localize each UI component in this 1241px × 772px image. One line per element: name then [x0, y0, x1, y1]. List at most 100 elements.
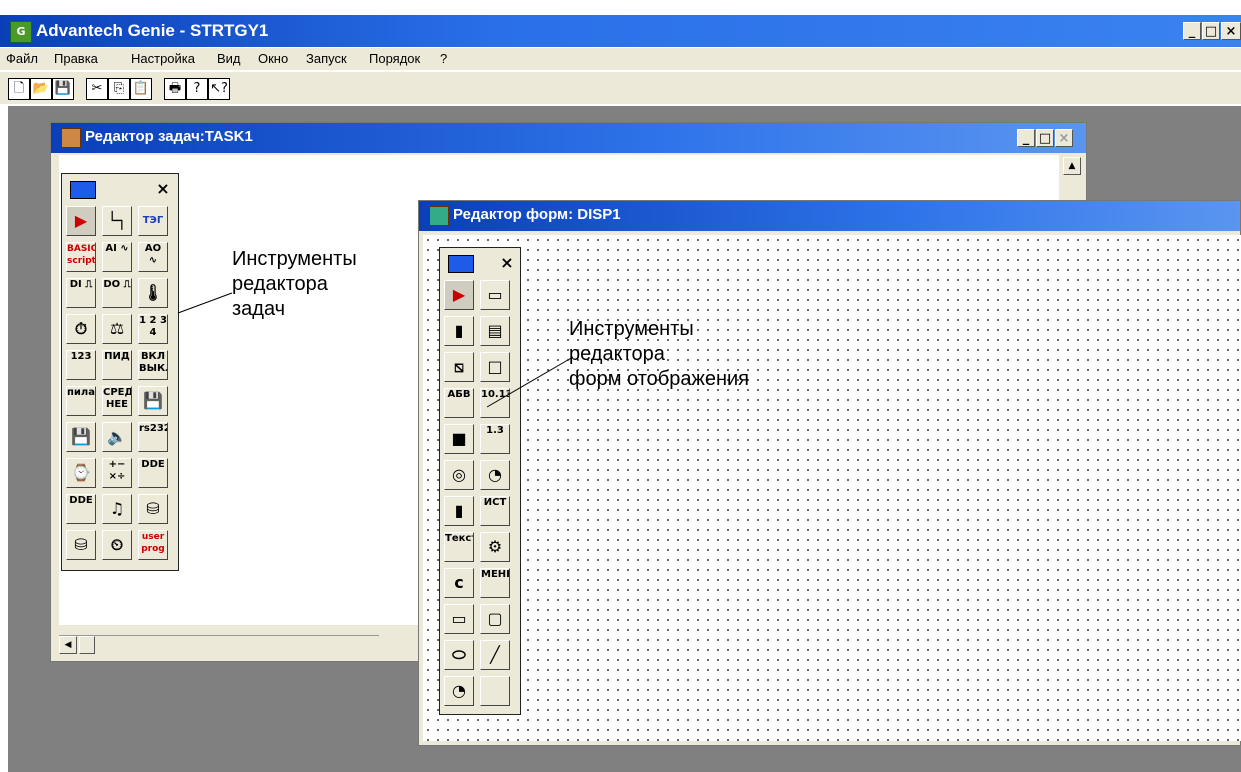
task-tool-r6c3[interactable]: 💾 — [138, 386, 168, 416]
menu-edit[interactable]: Правка — [54, 51, 98, 66]
form-tool-r7c2[interactable]: ИСТ — [480, 496, 510, 526]
form-palette-close-icon[interactable]: × — [496, 253, 518, 273]
close-button[interactable]: × — [1221, 22, 1241, 40]
task-annot-line-3: задач — [232, 298, 286, 320]
task-tool-r2c1[interactable]: BASIC script — [66, 242, 96, 272]
form-tool-r7c1[interactable]: ▮ — [444, 496, 474, 526]
task-tool-r4c3[interactable]: 1 2 3 4 — [138, 314, 168, 344]
menu-window[interactable]: Окно — [258, 51, 288, 66]
form-tool-r11c1[interactable]: ⬭ — [444, 640, 474, 670]
task-tool-r1c1[interactable]: ▶ — [66, 206, 96, 236]
task-tool-r10c3[interactable]: user prog — [138, 530, 168, 560]
menu-run[interactable]: Запуск — [306, 51, 347, 66]
form-tools-palette: × ▶▭▮▤⧅□АБВ10.13■1.3◎◔▮ИСТТекст⚙cМЕНЮ▭▢⬭… — [439, 247, 521, 715]
form-tool-r2c1[interactable]: ▮ — [444, 316, 474, 346]
task-tool-r6c1[interactable]: пила — [66, 386, 96, 416]
menu-view[interactable]: Вид — [217, 51, 241, 66]
task-palette-close-icon[interactable]: × — [152, 179, 174, 199]
form-annot-line-3: форм отображения — [569, 368, 749, 390]
window-title: Advantech Genie - STRTGY1 — [36, 21, 269, 40]
form-editor-title-bar[interactable]: Редактор форм: DISP1 — [419, 201, 1240, 231]
task-tool-r8c3[interactable]: DDE — [138, 458, 168, 488]
task-tool-r2c3[interactable]: AO ∿ — [138, 242, 168, 272]
task-maximize-button[interactable]: □ — [1036, 129, 1054, 147]
task-tool-r5c2[interactable]: ПИД — [102, 350, 132, 380]
task-tool-r5c1[interactable]: 123 — [66, 350, 96, 380]
copy-icon[interactable]: ⎘ — [108, 78, 130, 100]
task-tool-r6c2[interactable]: СРЕД НЕЕ — [102, 386, 132, 416]
task-tool-r9c1[interactable]: DDE — [66, 494, 96, 524]
scroll-left-icon[interactable]: ◀ — [59, 636, 77, 654]
menu-bar: Файл Правка Настройка Вид Окно Запуск По… — [0, 48, 1241, 70]
form-tool-r9c1[interactable]: c — [444, 568, 474, 598]
cut-icon[interactable]: ✂ — [86, 78, 108, 100]
palette-menu-icon[interactable] — [70, 181, 96, 199]
task-annot-line-2: редактора — [232, 273, 328, 295]
main-title-bar[interactable]: G Advantech Genie - STRTGY1 _ □ × — [0, 15, 1241, 47]
menu-file[interactable]: Файл — [6, 51, 38, 66]
toolbar: 🗋 📂 💾 ✂ ⎘ 📋 🖶 ? ↖? — [0, 72, 1241, 104]
form-canvas[interactable] — [423, 235, 1241, 741]
form-tool-r5c1[interactable]: ■ — [444, 424, 474, 454]
task-editor-title-bar[interactable]: Редактор задач:TASK1 _ □ × — [51, 123, 1086, 153]
task-tool-r2c2[interactable]: AI ∿ — [102, 242, 132, 272]
task-tool-r5c3[interactable]: ВКЛ ВЫКЛ — [138, 350, 168, 380]
form-tool-r12c1[interactable]: ◔ — [444, 676, 474, 706]
task-editor-icon — [61, 128, 81, 148]
menu-help[interactable]: ? — [440, 51, 447, 66]
form-tool-r5c2[interactable]: 1.3 — [480, 424, 510, 454]
task-tool-r4c1[interactable]: ⏱ — [66, 314, 96, 344]
task-annot-leader — [177, 292, 233, 314]
form-tool-r10c2[interactable]: ▢ — [480, 604, 510, 634]
form-tool-r8c2[interactable]: ⚙ — [480, 532, 510, 562]
form-tool-r2c2[interactable]: ▤ — [480, 316, 510, 346]
task-tool-r7c3[interactable]: rs232 — [138, 422, 168, 452]
scroll-up-icon[interactable]: ▲ — [1063, 157, 1081, 175]
task-tool-r3c1[interactable]: DI ⎍ — [66, 278, 96, 308]
menu-settings[interactable]: Настройка — [131, 51, 195, 66]
task-tool-r1c2[interactable]: └┐ — [102, 206, 132, 236]
form-tool-r1c1[interactable]: ▶ — [444, 280, 474, 310]
task-tool-r7c2[interactable]: 🔈 — [102, 422, 132, 452]
paste-icon[interactable]: 📋 — [130, 78, 152, 100]
form-tool-r6c2[interactable]: ◔ — [480, 460, 510, 490]
form-tool-r8c1[interactable]: Текст — [444, 532, 474, 562]
task-minimize-button[interactable]: _ — [1017, 129, 1035, 147]
form-tool-r6c1[interactable]: ◎ — [444, 460, 474, 490]
task-close-button[interactable]: × — [1055, 129, 1073, 147]
task-tool-r3c3[interactable]: 🌡 — [138, 278, 168, 308]
help-icon[interactable]: ? — [186, 78, 208, 100]
form-tool-r9c2[interactable]: МЕНЮ — [480, 568, 510, 598]
task-tool-r10c2[interactable]: ⏲ — [102, 530, 132, 560]
task-tool-r8c1[interactable]: ⌚ — [66, 458, 96, 488]
task-horizontal-scrollbar[interactable]: ◀ — [59, 635, 379, 654]
task-tool-r1c3[interactable]: ТЭГ — [138, 206, 168, 236]
task-palette-header: × — [62, 174, 178, 204]
maximize-button[interactable]: □ — [1202, 22, 1220, 40]
form-tool-r1c2[interactable]: ▭ — [480, 280, 510, 310]
task-tool-r9c3[interactable]: ⛁ — [138, 494, 168, 524]
new-icon[interactable]: 🗋 — [8, 78, 30, 100]
context-help-icon[interactable]: ↖? — [208, 78, 230, 100]
form-tool-r10c1[interactable]: ▭ — [444, 604, 474, 634]
form-editor-window[interactable]: Редактор форм: DISP1 × ▶ ▭ ▮ ▤ ⧅ □ АБВ 10.13 ■ 1.… — [418, 200, 1241, 746]
form-tool-r3c1[interactable]: ⧅ — [444, 352, 474, 382]
task-tool-r10c1[interactable]: ⛁ — [66, 530, 96, 560]
print-icon[interactable]: 🖶 — [164, 78, 186, 100]
form-annot-line-1: Инструменты — [569, 318, 694, 340]
task-tools-annotation: Инструменты редактора задач — [232, 247, 357, 322]
open-icon[interactable]: 📂 — [30, 78, 52, 100]
task-tool-r3c2[interactable]: DO ⎍ — [102, 278, 132, 308]
form-palette-menu-icon[interactable] — [448, 255, 474, 273]
menu-order[interactable]: Порядок — [369, 51, 420, 66]
scroll-thumb[interactable] — [79, 636, 95, 654]
task-tool-r4c2[interactable]: ⚖ — [102, 314, 132, 344]
form-editor-icon — [429, 206, 449, 226]
minimize-button[interactable]: _ — [1183, 22, 1201, 40]
form-tool-r11c2[interactable]: ╱ — [480, 640, 510, 670]
save-icon[interactable]: 💾 — [52, 78, 74, 100]
form-tool-r4c1[interactable]: АБВ — [444, 388, 474, 418]
task-tool-r7c1[interactable]: 💾 — [66, 422, 96, 452]
task-tool-r8c2[interactable]: +− ×÷ — [102, 458, 132, 488]
task-tool-r9c2[interactable]: ♫ — [102, 494, 132, 524]
